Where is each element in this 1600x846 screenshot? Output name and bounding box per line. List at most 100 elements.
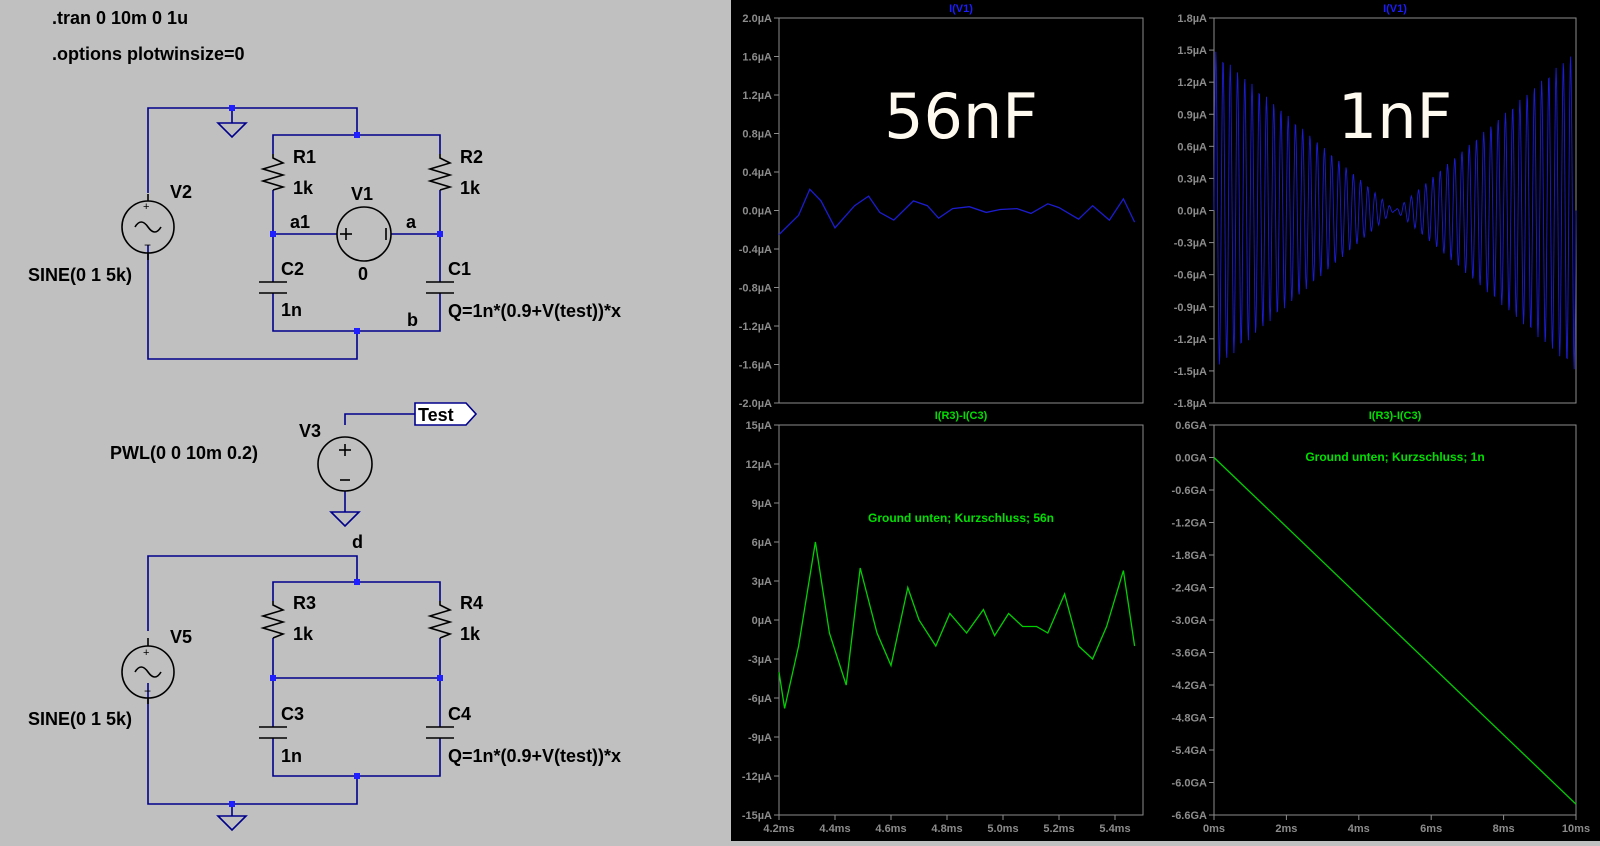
x-tick-label: 4.2ms <box>763 823 794 835</box>
y-tick-label: -15µA <box>742 810 772 822</box>
y-tick-label: -1.8GA <box>1172 550 1208 562</box>
c1-value[interactable]: Q=1n*(0.9+V(test))*x <box>448 301 621 321</box>
net-label-test[interactable]: Test <box>418 405 454 425</box>
r2-symbol[interactable] <box>427 154 453 191</box>
plot-title-bottom-left[interactable]: I(R3)-I(C3) <box>935 410 988 422</box>
c2-symbol[interactable] <box>259 281 287 294</box>
r1-value[interactable]: 1k <box>293 178 314 198</box>
node-label-a[interactable]: a <box>406 212 417 232</box>
c3-value[interactable]: 1n <box>281 746 302 766</box>
y-tick-label: -0.3µA <box>1174 238 1207 250</box>
circuit1-wires[interactable] <box>147 107 441 360</box>
plot-title-top-right[interactable]: I(V1) <box>1383 3 1407 15</box>
node-label-b[interactable]: b <box>407 310 418 330</box>
y-tick-label: 12µA <box>745 459 772 471</box>
v1-name[interactable]: V1 <box>351 184 373 204</box>
node-label-a1[interactable]: a1 <box>290 212 310 232</box>
c1-name[interactable]: C1 <box>448 259 471 279</box>
r2-name[interactable]: R2 <box>460 147 483 167</box>
c4-value[interactable]: Q=1n*(0.9+V(test))*x <box>448 746 621 766</box>
annotation-bottom-right[interactable]: Ground unten; Kurzschluss; 1n <box>1305 450 1484 464</box>
schematic-pane[interactable]: .tran 0 10m 0 1u .options plotwinsize=0 … <box>0 0 731 841</box>
y-tick-label: 0.9µA <box>1177 109 1207 121</box>
v1-value[interactable]: 0 <box>358 264 368 284</box>
plot-title-top-left[interactable]: I(V1) <box>949 3 973 15</box>
x-tick-label: 0ms <box>1203 823 1225 835</box>
x-tick-label: 4.8ms <box>931 823 962 835</box>
ground-symbol-bottom[interactable] <box>216 815 248 832</box>
x-tick-label: 8ms <box>1493 823 1515 835</box>
y-tick-label: 6µA <box>752 537 772 549</box>
y-tick-label: -6.0GA <box>1172 778 1208 790</box>
y-tick-label: 2.0µA <box>742 13 772 25</box>
c4-name[interactable]: C4 <box>448 704 471 724</box>
x-tick-label: 10ms <box>1562 823 1590 835</box>
svg-text:−: − <box>144 684 151 698</box>
x-tick-label: 4.6ms <box>875 823 906 835</box>
y-tick-label: -3µA <box>748 654 772 666</box>
c3-symbol[interactable] <box>259 726 287 739</box>
y-tick-label: 0.0µA <box>742 206 772 218</box>
y-tick-label: -12µA <box>742 771 772 783</box>
r1-name[interactable]: R1 <box>293 147 316 167</box>
r1-symbol[interactable] <box>260 154 286 191</box>
spice-directive-options[interactable]: .options plotwinsize=0 <box>52 44 245 64</box>
c2-name[interactable]: C2 <box>281 259 304 279</box>
r3-value[interactable]: 1k <box>293 624 314 644</box>
r3-name[interactable]: R3 <box>293 593 316 613</box>
v2-source-symbol[interactable]: + − <box>121 194 175 260</box>
v3-value[interactable]: PWL(0 0 10m 0.2) <box>110 443 258 463</box>
v5-name[interactable]: V5 <box>170 627 192 647</box>
y-tick-label: -5.4GA <box>1172 745 1208 757</box>
v5-value[interactable]: SINE(0 1 5k) <box>28 709 132 729</box>
v2-name[interactable]: V2 <box>170 182 192 202</box>
y-tick-label: -0.9µA <box>1174 302 1207 314</box>
y-tick-label: -0.6µA <box>1174 270 1207 282</box>
circuit2-junctions <box>229 579 443 807</box>
waveform-viewer[interactable]: I(V1) I(V1) I(R3)-I(C3) I(R3)-I(C3) 56nF… <box>731 0 1600 841</box>
y-tick-label: 1.2µA <box>1177 77 1207 89</box>
ground-symbol[interactable] <box>216 122 248 139</box>
y-tick-label: -1.5µA <box>1174 366 1207 378</box>
pane-bottom-right[interactable] <box>1213 424 1577 816</box>
v2-value[interactable]: SINE(0 1 5k) <box>28 265 132 285</box>
ground-symbol-v3[interactable] <box>329 511 361 528</box>
r2-value[interactable]: 1k <box>460 178 481 198</box>
c3-name[interactable]: C3 <box>281 704 304 724</box>
y-tick-label: 0.3µA <box>1177 173 1207 185</box>
node-label-d[interactable]: d <box>352 532 363 552</box>
y-tick-label: -1.2µA <box>1174 334 1207 346</box>
c1-symbol[interactable] <box>426 281 454 294</box>
r4-name[interactable]: R4 <box>460 593 483 613</box>
y-tick-label: 1.2µA <box>742 90 772 102</box>
y-tick-label: -9µA <box>748 732 772 744</box>
v3-source-symbol[interactable] <box>317 436 373 492</box>
c4-symbol[interactable] <box>426 726 454 739</box>
y-tick-label: 1.6µA <box>742 52 772 64</box>
r4-value[interactable]: 1k <box>460 624 481 644</box>
spice-directive-tran[interactable]: .tran 0 10m 0 1u <box>52 8 188 28</box>
annotation-bottom-left[interactable]: Ground unten; Kurzschluss; 56n <box>868 511 1054 525</box>
y-tick-label: -3.6GA <box>1172 648 1208 660</box>
y-tick-label: -6µA <box>748 693 772 705</box>
v5-source-symbol[interactable]: + − <box>121 638 175 704</box>
y-tick-label: 3µA <box>752 576 772 588</box>
v1-source-symbol[interactable] <box>336 206 392 262</box>
svg-text:+: + <box>143 647 149 659</box>
c2-value[interactable]: 1n <box>281 300 302 320</box>
y-tick-label: 0.0µA <box>1177 206 1207 218</box>
v3-name[interactable]: V3 <box>299 421 321 441</box>
plot-title-bottom-right[interactable]: I(R3)-I(C3) <box>1369 410 1422 422</box>
r4-symbol[interactable] <box>427 601 453 639</box>
schematic-canvas[interactable]: .tran 0 10m 0 1u .options plotwinsize=0 … <box>0 0 731 841</box>
waveform-canvas[interactable]: I(V1) I(V1) I(R3)-I(C3) I(R3)-I(C3) 56nF… <box>731 0 1600 841</box>
r3-symbol[interactable] <box>260 601 286 639</box>
y-tick-label: -0.8µA <box>739 283 772 295</box>
y-tick-label: 0.0GA <box>1175 453 1207 465</box>
x-tick-label: 2ms <box>1275 823 1297 835</box>
pane-bottom-left[interactable] <box>778 424 1144 816</box>
y-tick-label: -2.0µA <box>739 398 772 410</box>
y-tick-label: -0.6GA <box>1172 485 1208 497</box>
y-tick-label: -1.2GA <box>1172 518 1208 530</box>
y-tick-label: -3.0GA <box>1172 615 1208 627</box>
